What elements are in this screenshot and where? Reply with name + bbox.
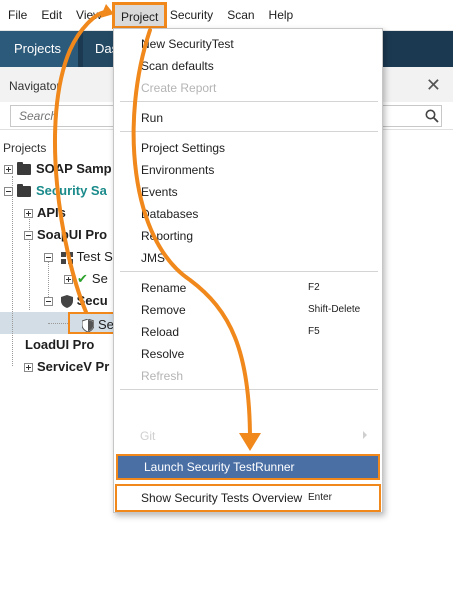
menu-item-reporting[interactable]: Reporting	[115, 225, 381, 247]
menu-file[interactable]: File	[0, 0, 34, 31]
collapse-icon[interactable]	[44, 253, 53, 263]
tree-item-security-tests[interactable]: Secu	[44, 290, 108, 312]
tree-item-label: ServiceV Pr	[37, 359, 110, 374]
tree-guide	[12, 176, 13, 366]
tree-item-label: Secu	[76, 293, 108, 308]
shortcut-label: F2	[308, 282, 320, 293]
menu-project[interactable]: Project	[112, 2, 168, 29]
expand-icon[interactable]	[4, 165, 13, 175]
menu-item-databases[interactable]: Databases	[115, 203, 381, 225]
menu-item-label: Remove	[141, 303, 186, 317]
expand-icon[interactable]	[24, 363, 33, 373]
navigator-title: Navigator	[9, 79, 61, 93]
shield-icon	[60, 295, 73, 309]
menu-item-resolve[interactable]: Resolve	[115, 343, 381, 365]
menu-item-run[interactable]: Run	[115, 107, 381, 129]
expand-icon[interactable]	[64, 275, 73, 285]
tab-projects[interactable]: Projects	[0, 31, 78, 67]
menu-item-environments[interactable]: Environments	[115, 159, 381, 181]
folder-icon	[17, 184, 31, 198]
collapse-icon[interactable]	[24, 231, 33, 241]
shortcut-label: F5	[308, 326, 320, 337]
tree-item-label: SOAP Samp	[36, 161, 112, 176]
menu-item-create-report[interactable]: Create Report	[115, 77, 381, 99]
menu-item-new-security-test[interactable]: New SecurityTest	[115, 33, 381, 55]
tree-item-label: Se	[91, 271, 108, 286]
menu-item-label: Rename	[141, 281, 187, 295]
menu-separator	[120, 271, 378, 272]
collapse-icon[interactable]	[44, 297, 53, 307]
menu-item-git: Git	[140, 429, 156, 443]
close-icon[interactable]: ✕	[426, 75, 441, 95]
tree-item-label: APIs	[37, 205, 66, 220]
menu-item-launch-security-testrunner[interactable]: Launch Security TestRunner	[116, 454, 380, 480]
menu-item-scan-defaults[interactable]: Scan defaults	[115, 55, 381, 77]
projects-label: Projects	[3, 141, 47, 155]
tree-guide	[48, 323, 70, 324]
menu-security[interactable]: Security	[163, 0, 220, 31]
menu-item-label: Reload	[141, 325, 180, 339]
menu-item-rename[interactable]: Rename F2	[115, 277, 381, 299]
tree-item-loadui-pro[interactable]: LoadUI Pro	[24, 334, 94, 356]
menu-help[interactable]: Help	[262, 0, 301, 31]
test-suite-icon	[60, 251, 73, 264]
project-menu-dropdown: New SecurityTest Scan defaults Create Re…	[113, 28, 383, 513]
menu-separator	[120, 131, 378, 132]
tree-item-servicev-pro[interactable]: ServiceV Pr	[24, 356, 109, 378]
menu-item-reload[interactable]: Reload F5	[115, 321, 381, 343]
tree-item-label: Se	[98, 317, 114, 332]
menu-separator	[120, 101, 378, 102]
menu-scan[interactable]: Scan	[220, 0, 261, 31]
menu-item-jms[interactable]: JMS	[115, 247, 381, 269]
submenu-arrow-icon	[363, 431, 367, 439]
menu-bar: File Edit View Project Security Scan Hel…	[0, 0, 453, 31]
tree-item-label: Security Sa	[36, 183, 107, 198]
tree-item-label: Test S	[76, 249, 113, 264]
tree-item-test-suite[interactable]: Test S	[44, 246, 113, 268]
menu-item-show-security-tests-overview[interactable]: Show Security Tests Overview Enter	[115, 487, 381, 509]
menu-separator	[120, 389, 378, 390]
collapse-icon[interactable]	[4, 187, 13, 197]
menu-item-events[interactable]: Events	[115, 181, 381, 203]
tree-item-security-test[interactable]: Se	[68, 312, 118, 334]
tree-item-soap-sample[interactable]: SOAP Samp	[4, 158, 112, 180]
tree-item-soapui-pro[interactable]: SoapUI Pro	[24, 224, 107, 246]
tree-item-apis[interactable]: APIs	[24, 202, 66, 224]
shield-icon	[82, 319, 94, 333]
folder-icon	[17, 162, 31, 176]
menu-item-refresh[interactable]: Refresh	[115, 365, 381, 387]
menu-view[interactable]: View	[69, 0, 109, 31]
expand-icon[interactable]	[24, 209, 33, 219]
shortcut-label: Shift-Delete	[308, 304, 361, 315]
menu-item-project-settings[interactable]: Project Settings	[115, 137, 381, 159]
tree-item-test-case[interactable]: ✔ Se	[64, 268, 108, 290]
menu-item-label: Show Security Tests Overview	[141, 491, 303, 505]
menu-edit[interactable]: Edit	[34, 0, 69, 31]
tree-item-security-sample[interactable]: Security Sa	[4, 180, 107, 202]
menu-item-remove[interactable]: Remove Shift-Delete	[115, 299, 381, 321]
shortcut-label: Enter	[308, 492, 332, 503]
tree-item-label: SoapUI Pro	[37, 227, 108, 242]
check-icon: ✔	[77, 271, 88, 286]
search-icon[interactable]	[425, 109, 439, 123]
tree-item-label: LoadUI Pro	[25, 337, 95, 352]
